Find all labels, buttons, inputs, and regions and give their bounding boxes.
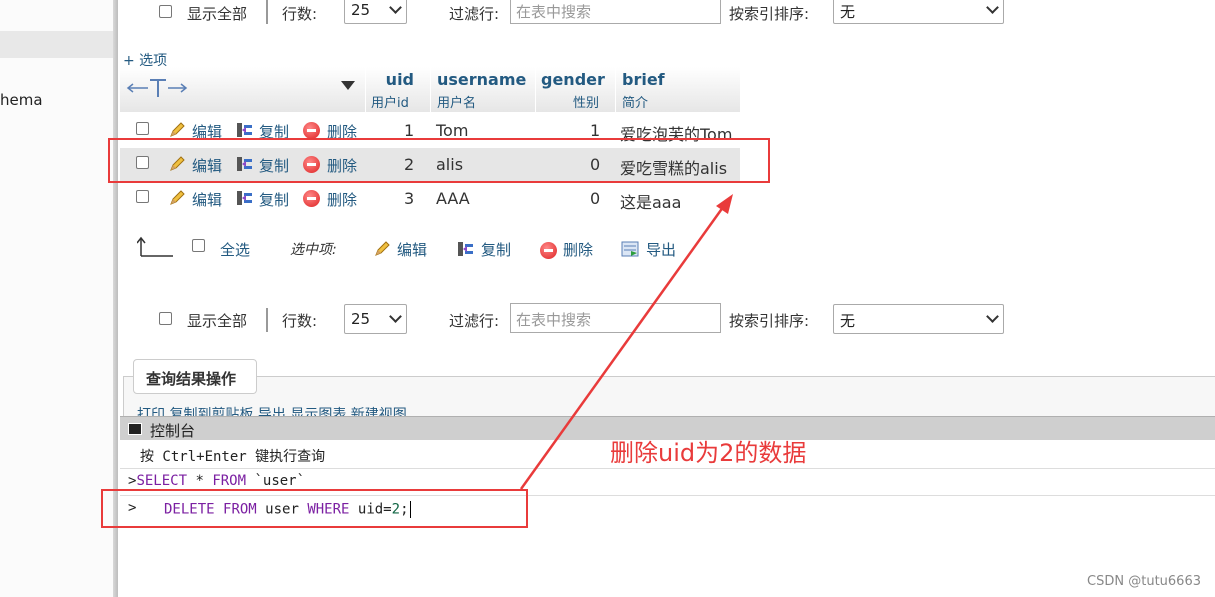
watermark: CSDN @tutu6663: [1087, 574, 1201, 589]
annotation-arrow: [519, 194, 733, 490]
annotation-text: 删除uid为2的数据: [610, 439, 807, 467]
